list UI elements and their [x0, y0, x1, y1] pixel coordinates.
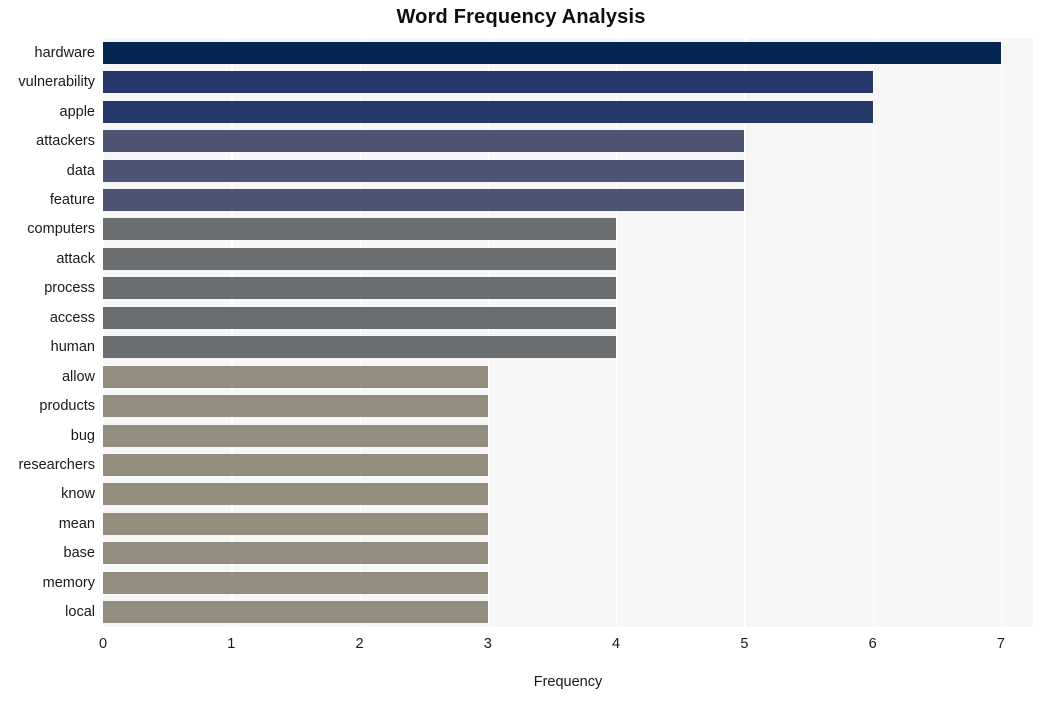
- bar-bug[interactable]: [103, 424, 488, 447]
- bar-row: [103, 365, 1033, 388]
- bar-row: [103, 512, 1033, 535]
- y-tick-label-access: access: [49, 309, 95, 326]
- y-axis-labels: hardware vulnerability apple attackers data f…: [0, 38, 95, 627]
- bar-memory[interactable]: [103, 571, 488, 594]
- bar-row: [103, 542, 1033, 565]
- x-tick-label-0: 0: [98, 636, 108, 652]
- bar-row: [103, 336, 1033, 359]
- y-tick-label-mean: mean: [58, 515, 95, 532]
- bar-row: [103, 247, 1033, 270]
- bar-row: [103, 454, 1033, 477]
- y-tick-label-computers: computers: [27, 221, 95, 238]
- y-tick-label-attack: attack: [56, 250, 95, 267]
- bar-row: [103, 71, 1033, 94]
- bars-layer: [103, 38, 1033, 627]
- y-tick-label-memory: memory: [42, 574, 95, 591]
- bar-row: [103, 159, 1033, 182]
- bar-row: [103, 395, 1033, 418]
- x-axis-ticks: 0 1 2 3 4 5 6 7: [99, 627, 1033, 657]
- bar-row: [103, 571, 1033, 594]
- x-tick-label-1: 1: [227, 636, 236, 652]
- bar-row: [103, 424, 1033, 447]
- bar-allow[interactable]: [103, 365, 488, 388]
- y-tick-label-allow: allow: [61, 368, 95, 385]
- x-tick-label-3: 3: [483, 636, 492, 652]
- x-tick-label-2: 2: [355, 636, 364, 652]
- bar-human[interactable]: [103, 336, 617, 359]
- y-tick-label-bug: bug: [70, 427, 95, 444]
- bar-local[interactable]: [103, 601, 488, 624]
- chart-title: Word Frequency Analysis: [396, 6, 646, 28]
- bar-base[interactable]: [103, 542, 488, 565]
- bar-mean[interactable]: [103, 512, 488, 535]
- bar-products[interactable]: [103, 395, 488, 418]
- y-tick-label-researchers: researchers: [18, 457, 95, 474]
- bar-access[interactable]: [103, 306, 617, 329]
- bar-attack[interactable]: [103, 247, 617, 270]
- x-tick-label-7: 7: [996, 636, 1005, 652]
- bar-row: [103, 130, 1033, 153]
- y-tick-label-feature: feature: [49, 191, 95, 208]
- bar-row: [103, 41, 1033, 64]
- bar-hardware[interactable]: [103, 41, 1001, 64]
- bar-data[interactable]: [103, 159, 745, 182]
- bar-row: [103, 218, 1033, 241]
- y-tick-label-process: process: [44, 280, 95, 297]
- x-tick-label-4: 4: [612, 636, 621, 652]
- y-tick-label-hardware: hardware: [34, 44, 95, 61]
- y-tick-label-vulnerability: vulnerability: [18, 74, 95, 91]
- bar-process[interactable]: [103, 277, 617, 300]
- bar-row: [103, 306, 1033, 329]
- plot-area: [103, 38, 1033, 627]
- bar-know[interactable]: [103, 483, 488, 506]
- x-axis-title: Frequency: [533, 674, 603, 690]
- y-tick-label-base: base: [63, 545, 95, 562]
- y-tick-label-attackers: attackers: [36, 133, 95, 150]
- bar-attackers[interactable]: [103, 130, 745, 153]
- bar-row: [103, 100, 1033, 123]
- word-frequency-chart: Word Frequency Analysis hardware vulnerab…: [0, 0, 1042, 701]
- y-tick-label-data: data: [66, 162, 95, 179]
- y-tick-label-know: know: [61, 486, 95, 503]
- bar-computers[interactable]: [103, 218, 617, 241]
- bar-row: [103, 601, 1033, 624]
- y-tick-label-human: human: [50, 339, 95, 356]
- bar-row: [103, 483, 1033, 506]
- bar-row: [103, 277, 1033, 300]
- bar-vulnerability[interactable]: [103, 71, 873, 94]
- bar-apple[interactable]: [103, 100, 873, 123]
- y-tick-label-local: local: [65, 604, 95, 621]
- bar-feature[interactable]: [103, 188, 745, 211]
- bar-row: [103, 188, 1033, 211]
- x-tick-label-6: 6: [868, 636, 877, 652]
- bar-researchers[interactable]: [103, 454, 488, 477]
- y-tick-label-products: products: [39, 398, 95, 415]
- y-tick-label-apple: apple: [59, 103, 95, 120]
- x-tick-label-5: 5: [740, 636, 749, 652]
